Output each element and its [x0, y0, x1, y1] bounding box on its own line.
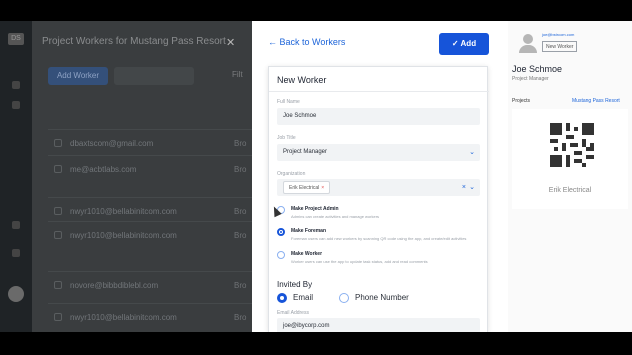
job-title-select[interactable]: Project Manager ⌄ [277, 144, 480, 161]
divider [269, 91, 489, 92]
full-name-label: Full Name [277, 99, 300, 105]
arrow-left-icon: ← [268, 37, 277, 47]
app-frame: DS Project Workers for Mustang Pass Reso… [0, 21, 632, 332]
new-worker-card: New Worker Full Name Joe Schmoe Job Titl… [268, 66, 489, 332]
close-icon[interactable]: ✕ [226, 36, 235, 49]
check-icon: ✓ [451, 39, 459, 48]
organization-label: Organization [277, 171, 306, 177]
status-badge: New Worker [542, 41, 578, 52]
nav-icon [12, 81, 20, 89]
email-radio[interactable] [277, 293, 287, 303]
preview-role: Project Manager [512, 76, 549, 82]
role-description: Foreman users can add new workers by sca… [291, 236, 467, 241]
preview-email: joe@bstrcom.com [542, 32, 575, 37]
add-button[interactable]: ✓ Add [439, 33, 489, 55]
nav-icon [12, 221, 20, 229]
app-logo: DS [8, 33, 24, 45]
remove-chip-icon[interactable]: × [321, 185, 324, 191]
invited-by-heading: Invited By [277, 280, 313, 289]
chevron-down-icon: ⌄ [469, 149, 475, 156]
organization-chip[interactable]: Erik Electrical × [283, 181, 331, 194]
role-description: Admins can create activities and manage … [291, 214, 380, 219]
email-radio-label: Email [293, 293, 314, 302]
badge-card: Erik Electrical [512, 109, 628, 209]
role-title: Make Worker [291, 251, 323, 257]
chevron-down-icon: ⌄ [469, 184, 475, 191]
preview-name: Joe Schmoe [512, 64, 563, 74]
make-foreman-radio[interactable] [277, 228, 285, 236]
table-row: nwyr1010@bellabinitcom.com Bro [48, 197, 252, 223]
sidebar-nav: DS [0, 21, 32, 332]
qr-code-icon [550, 123, 594, 167]
projects-label: Projects [512, 98, 531, 104]
table-row: nwyr1010@bellabinitcom.com Bro [48, 303, 252, 329]
worker-preview-panel: joe@bstrcom.com New Worker Joe Schmoe Pr… [508, 21, 632, 332]
table-row: me@acbtlabs.com Bro [48, 155, 252, 181]
nav-icon [12, 249, 20, 257]
filter-label: Filt [232, 70, 243, 79]
phone-radio[interactable] [339, 293, 349, 303]
search-input [114, 67, 194, 85]
full-name-field[interactable]: Joe Schmoe [277, 108, 480, 125]
table-row: novore@bibbdiblebl.com Bro [48, 271, 252, 297]
avatar [8, 286, 24, 302]
card-title: New Worker [277, 75, 327, 85]
user-avatar-icon [518, 33, 538, 53]
page-title: Project Workers for Mustang Pass Resort [42, 36, 226, 47]
table-row: nwyr1010@bellabinitcom.com Bro [48, 221, 252, 247]
email-address-field[interactable]: joe@ibycorp.com [277, 318, 480, 332]
project-link[interactable]: Mustang Pass Resort [572, 98, 620, 104]
make-worker-radio[interactable] [277, 251, 285, 259]
organization-select[interactable]: Erik Electrical × × ⌄ [277, 179, 480, 196]
email-address-label: Email Address [277, 310, 309, 316]
clear-icon[interactable]: × [462, 179, 466, 196]
new-worker-drawer: ← Back to Workers ✓ Add New Worker Full … [252, 21, 508, 332]
job-title-label: Job Title [277, 135, 296, 141]
background-page: Project Workers for Mustang Pass Resort … [32, 21, 252, 332]
back-to-workers-link[interactable]: ← Back to Workers [268, 37, 345, 47]
role-description: Worker users can use the app to update t… [291, 259, 428, 264]
add-worker-button: Add Worker [48, 67, 108, 85]
role-title: Make Foreman [291, 228, 327, 234]
nav-icon [12, 101, 20, 109]
phone-radio-label: Phone Number [355, 293, 409, 302]
company-name: Erik Electrical [548, 187, 592, 194]
table-row: dbaxtscom@gmail.com Bro [48, 129, 252, 155]
role-title: Make Project Admin [291, 206, 339, 212]
